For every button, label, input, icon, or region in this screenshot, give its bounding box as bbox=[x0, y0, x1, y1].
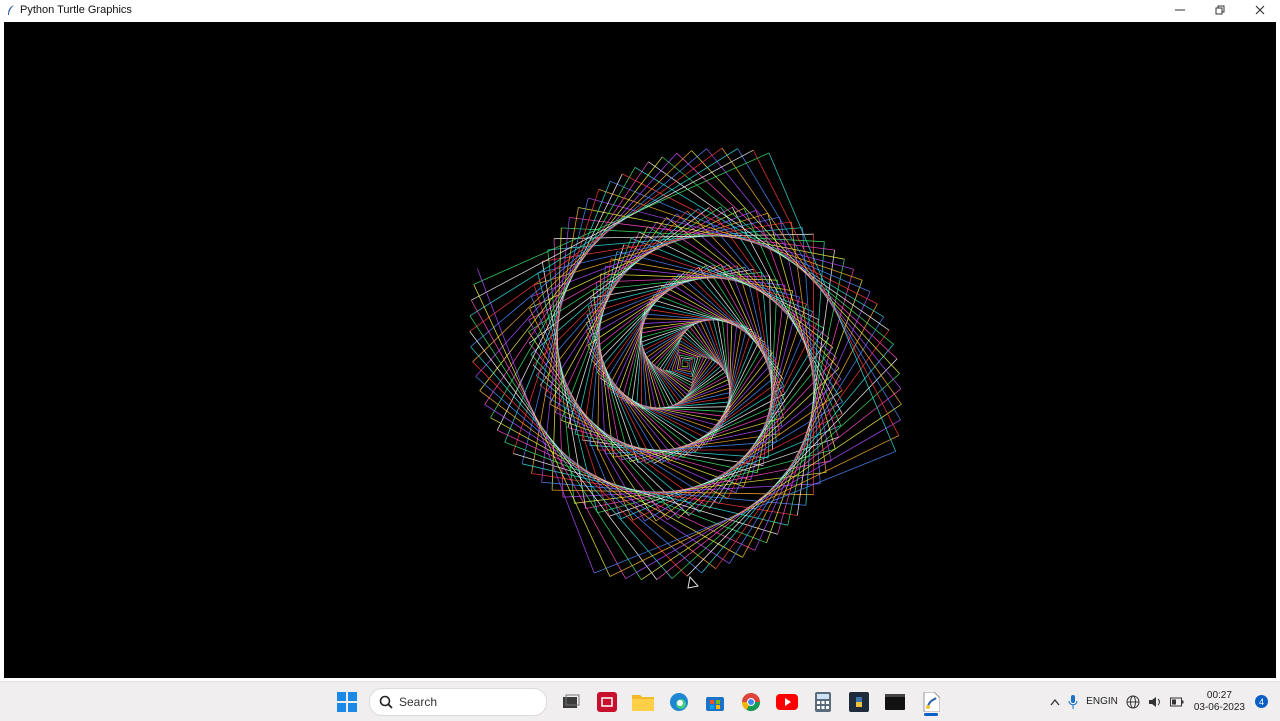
spiral-segment bbox=[617, 252, 800, 298]
spiral-segment bbox=[470, 331, 657, 579]
spiral-segment bbox=[677, 153, 897, 359]
turtle-canvas[interactable] bbox=[4, 22, 1276, 678]
turtle-app-icon[interactable] bbox=[915, 686, 947, 718]
spiral-segment bbox=[657, 389, 901, 580]
spiral-segment bbox=[681, 358, 693, 360]
python-idle-icon[interactable] bbox=[843, 686, 875, 718]
terminal-icon[interactable] bbox=[879, 686, 911, 718]
title-bar[interactable]: Python Turtle Graphics bbox=[0, 0, 1280, 20]
chevron-up-icon[interactable] bbox=[1050, 698, 1060, 706]
language-code: ENG bbox=[1086, 696, 1108, 708]
spiral-segment bbox=[689, 360, 690, 369]
spiral-segment bbox=[680, 358, 681, 369]
spiral-segment bbox=[589, 353, 676, 460]
search-icon bbox=[379, 695, 393, 709]
search-box[interactable]: Search bbox=[369, 688, 547, 716]
spiral-lines bbox=[470, 148, 902, 580]
app-red-icon[interactable] bbox=[591, 686, 623, 718]
taskbar: Search bbox=[0, 681, 1280, 721]
clock-date: 03-06-2023 bbox=[1194, 702, 1245, 713]
spiral-segment bbox=[682, 360, 690, 361]
start-icon[interactable] bbox=[331, 686, 363, 718]
spiral-segment bbox=[582, 440, 763, 466]
microphone-icon[interactable] bbox=[1068, 695, 1078, 709]
feather-icon bbox=[4, 3, 18, 17]
task-view-icon[interactable] bbox=[555, 686, 587, 718]
spiral-segment bbox=[682, 338, 713, 361]
edge-icon[interactable] bbox=[663, 686, 695, 718]
spiral-segment bbox=[605, 266, 785, 285]
spiral-segment bbox=[692, 151, 900, 374]
battery-icon[interactable] bbox=[1170, 697, 1184, 707]
store-icon[interactable] bbox=[699, 686, 731, 718]
region-code: IN bbox=[1108, 696, 1118, 708]
volume-icon[interactable] bbox=[1148, 696, 1162, 708]
spiral-segment bbox=[680, 368, 690, 369]
maximize-button[interactable] bbox=[1200, 0, 1240, 20]
calculator-icon[interactable] bbox=[807, 686, 839, 718]
clock-time: 00:27 bbox=[1207, 690, 1232, 701]
turtle-cursor-icon bbox=[688, 577, 698, 588]
close-button[interactable] bbox=[1240, 0, 1280, 20]
minimize-button[interactable] bbox=[1160, 0, 1200, 20]
spiral-segment bbox=[707, 149, 901, 389]
spiral-drawing bbox=[4, 22, 1276, 678]
notification-badge[interactable]: 4 bbox=[1255, 695, 1268, 708]
turtle-window: Python Turtle Graphics bbox=[0, 0, 1280, 681]
spiral-segment bbox=[611, 259, 793, 291]
window-title: Python Turtle Graphics bbox=[20, 4, 132, 16]
search-label: Search bbox=[399, 695, 437, 709]
language-indicator[interactable]: ENG IN bbox=[1086, 696, 1118, 708]
folder-icon[interactable] bbox=[627, 686, 659, 718]
active-indicator bbox=[924, 713, 938, 716]
network-icon[interactable] bbox=[1126, 695, 1140, 709]
clock[interactable]: 00:27 03-06-2023 bbox=[1194, 690, 1245, 714]
youtube-icon[interactable] bbox=[771, 686, 803, 718]
chrome-icon[interactable] bbox=[735, 686, 767, 718]
spiral-segment bbox=[575, 252, 617, 435]
